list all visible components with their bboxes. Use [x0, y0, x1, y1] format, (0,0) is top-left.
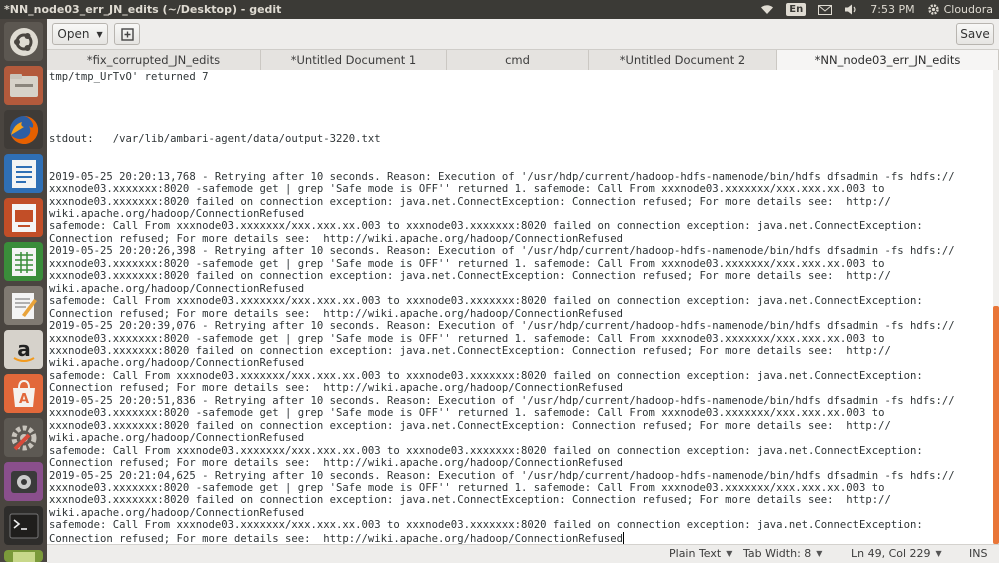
text-editor-area[interactable]: tmp/tmp_UrTvO' returned 7 stdout: /var/l… — [47, 70, 993, 544]
scrollbar-thumb[interactable] — [993, 306, 999, 544]
video-icon[interactable] — [4, 462, 43, 501]
chevron-down-icon: ▼ — [816, 549, 823, 558]
svg-text:A: A — [18, 392, 28, 407]
open-button-label: Open — [57, 27, 90, 41]
tab-untitled-document-2[interactable]: *Untitled Document 2 — [589, 50, 777, 70]
terminal-icon[interactable] — [4, 506, 43, 545]
tab-width-label: Tab Width: 8 — [743, 547, 812, 560]
tab-bar: *fix_corrupted_JN_edits *Untitled Docume… — [47, 50, 999, 71]
device-icon[interactable] — [4, 550, 43, 562]
chevron-down-icon: ▼ — [935, 549, 942, 558]
impress-icon[interactable] — [4, 198, 43, 237]
header-bar: Open ▼ Save — [47, 19, 999, 50]
user-menu[interactable]: Cloudora — [927, 2, 993, 17]
clock-time[interactable]: 7:53 PM — [870, 2, 914, 17]
chevron-down-icon: ▼ — [726, 549, 733, 558]
files-icon[interactable] — [4, 66, 43, 105]
text-editor-icon[interactable] — [4, 286, 43, 325]
system-tray: En 7:53 PM Cloudora — [760, 2, 993, 17]
status-bar: Plain Text ▼ Tab Width: 8 ▼ Ln 49, Col 229… — [47, 544, 999, 563]
software-center-icon[interactable]: A — [4, 374, 43, 413]
tab-nn-node03-err-jn-edits[interactable]: *NN_node03_err_JN_edits — [777, 50, 999, 70]
writer-icon[interactable] — [4, 154, 43, 193]
cursor-position-indicator[interactable]: Ln 49, Col 229 ▼ — [851, 547, 942, 560]
tab-cmd[interactable]: cmd — [447, 50, 589, 70]
language-mode-label: Plain Text — [669, 547, 722, 560]
launcher: a A — [0, 19, 47, 562]
svg-text:a: a — [17, 337, 31, 361]
insert-mode-indicator: INS — [969, 547, 988, 560]
language-mode-selector[interactable]: Plain Text ▼ — [669, 547, 732, 560]
save-button[interactable]: Save — [956, 23, 994, 45]
new-document-icon — [120, 27, 134, 41]
top-panel: *NN_node03_err_JN_edits (~/Desktop) - ge… — [0, 0, 999, 19]
keyboard-language-icon[interactable]: En — [786, 3, 807, 16]
volume-icon[interactable] — [844, 2, 858, 17]
wifi-icon[interactable] — [760, 2, 774, 17]
amazon-icon[interactable]: a — [4, 330, 43, 369]
settings-gear-icon — [927, 4, 939, 15]
window-title: *NN_node03_err_JN_edits (~/Desktop) - ge… — [4, 3, 282, 16]
tab-width-selector[interactable]: Tab Width: 8 ▼ — [743, 547, 822, 560]
tab-fix-corrupted-jn-edits[interactable]: *fix_corrupted_JN_edits — [47, 50, 261, 70]
vertical-scrollbar[interactable] — [993, 70, 999, 544]
system-settings-icon[interactable] — [4, 418, 43, 457]
open-button[interactable]: Open ▼ — [52, 23, 108, 45]
ubuntu-dash-icon[interactable] — [4, 22, 43, 61]
tab-untitled-document-1[interactable]: *Untitled Document 1 — [261, 50, 447, 70]
cursor-position-label: Ln 49, Col 229 — [851, 547, 931, 560]
new-document-button[interactable] — [114, 23, 140, 45]
calc-icon[interactable] — [4, 242, 43, 281]
mail-icon[interactable] — [818, 2, 833, 17]
chevron-down-icon: ▼ — [96, 29, 103, 39]
save-button-label: Save — [960, 27, 990, 41]
editor-content[interactable]: tmp/tmp_UrTvO' returned 7 stdout: /var/l… — [49, 71, 955, 544]
text-cursor — [623, 531, 625, 544]
firefox-icon[interactable] — [4, 110, 43, 149]
user-name: Cloudora — [943, 3, 993, 16]
